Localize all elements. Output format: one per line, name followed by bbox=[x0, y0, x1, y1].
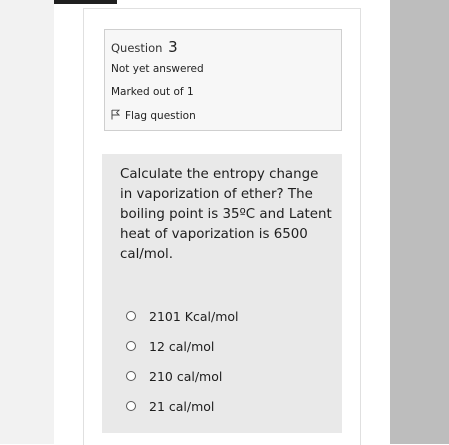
answer-option-label: 21 cal/mol bbox=[149, 398, 215, 414]
radio-button[interactable] bbox=[126, 341, 136, 351]
flag-question-link[interactable]: Flag question bbox=[111, 109, 196, 123]
flag-question-label: Flag question bbox=[125, 110, 196, 122]
top-bar-fragment bbox=[54, 0, 117, 4]
answer-option[interactable]: 21 cal/mol bbox=[126, 391, 239, 421]
flag-icon bbox=[111, 109, 125, 123]
answer-status: Not yet answered bbox=[111, 63, 204, 75]
answer-options: 2101 Kcal/mol 12 cal/mol 210 cal/mol 21 … bbox=[126, 301, 239, 421]
question-content: Calculate the entropy change in vaporiza… bbox=[102, 154, 342, 433]
answer-option[interactable]: 210 cal/mol bbox=[126, 361, 239, 391]
answer-option[interactable]: 12 cal/mol bbox=[126, 331, 239, 361]
question-text: Calculate the entropy change in vaporiza… bbox=[120, 167, 332, 262]
answer-option-label: 210 cal/mol bbox=[149, 368, 223, 384]
radio-button[interactable] bbox=[126, 371, 136, 381]
left-margin bbox=[0, 0, 54, 444]
radio-button[interactable] bbox=[126, 401, 136, 411]
marks-info: Marked out of 1 bbox=[111, 86, 194, 98]
question-info-panel: Question 3 Not yet answered Marked out o… bbox=[104, 29, 342, 131]
question-number: 3 bbox=[168, 38, 178, 56]
right-margin bbox=[390, 0, 449, 444]
question-label: Question bbox=[111, 41, 163, 55]
answer-option[interactable]: 2101 Kcal/mol bbox=[126, 301, 239, 331]
answer-option-label: 12 cal/mol bbox=[149, 338, 215, 354]
answer-option-label: 2101 Kcal/mol bbox=[149, 308, 239, 324]
radio-button[interactable] bbox=[126, 311, 136, 321]
question-heading: Question 3 bbox=[111, 38, 178, 56]
